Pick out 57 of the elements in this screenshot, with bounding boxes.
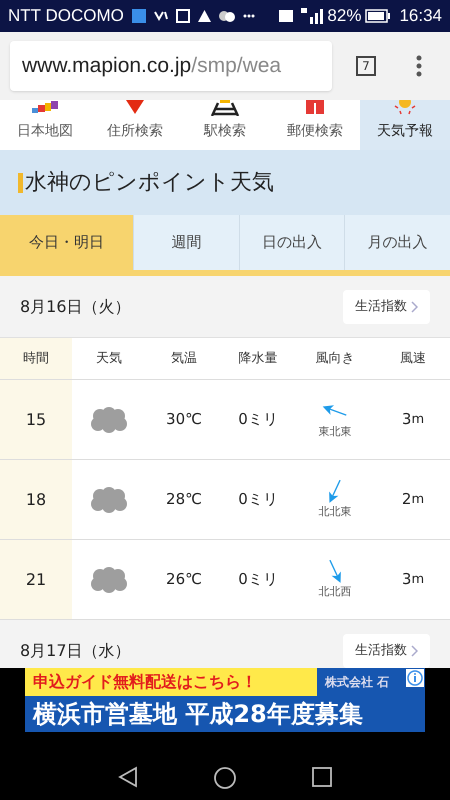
temperature-cell-text: 30℃ [165, 409, 203, 430]
column-header: 時間 [0, 338, 72, 379]
title-accent-bar [18, 172, 23, 192]
wind-speed-cell-text: 3m [400, 569, 426, 590]
home-icon[interactable] [213, 766, 237, 790]
hour-cell: 21 [0, 540, 72, 619]
column-header: 風向き [314, 350, 356, 368]
signal-icon [301, 8, 324, 24]
url-field[interactable]: www.mapion.co.jp/smp/wea [10, 41, 332, 91]
wind-speed-cell-text: 3m [400, 409, 426, 430]
life-index-link[interactable]: 生活指数 [343, 634, 430, 668]
cloud-icon [90, 486, 128, 514]
cloud-icon [90, 406, 128, 434]
sun-icon [392, 100, 418, 116]
postbox-icon [304, 100, 326, 116]
chevron-right-icon [411, 644, 418, 656]
wind-direction: 北北東 [318, 504, 352, 520]
date-heading: 8月16日（火） [20, 296, 131, 318]
column-header: 降水量 [238, 350, 278, 368]
recents-icon[interactable] [311, 766, 333, 788]
forecast-tab[interactable]: 日の出入 [238, 215, 344, 270]
battery-icon [365, 9, 392, 23]
temperature-cell-text: 28℃ [165, 489, 203, 510]
rainfall-cell-text: 0ミリ [237, 409, 279, 430]
info-icon[interactable] [406, 669, 424, 687]
rail-track-icon [210, 100, 240, 116]
ad-headline: 申込ガイド無料配送はこちら！ [25, 668, 317, 696]
battery-percent: 82% [327, 5, 362, 28]
image-icon [176, 9, 190, 23]
rainfall-cell-text: 0ミリ [237, 569, 279, 590]
tab-count-button[interactable]: 7 [356, 56, 376, 76]
more-icon [242, 14, 255, 18]
clock: 16:34 [399, 5, 442, 28]
column-header: 天気 [95, 350, 123, 368]
rainfall-cell-text: 0ミリ [237, 489, 279, 510]
more-menu-icon[interactable] [416, 55, 422, 77]
column-header: 気温 [170, 350, 198, 368]
cloud-icon [218, 10, 235, 22]
wind-speed-cell-text: 2m [400, 489, 426, 510]
back-icon[interactable] [117, 766, 139, 788]
temperature-cell-text: 26℃ [165, 569, 203, 590]
carrier-name: NTT DOCOMO [8, 5, 124, 28]
forecast-tab[interactable]: 週間 [133, 215, 239, 270]
ad-title: 横浜市営墓地 平成28年度募集 [25, 696, 425, 732]
triangle-icon [198, 10, 211, 22]
date-heading: 8月17日（水） [20, 640, 131, 662]
chevron-right-icon [411, 300, 418, 312]
cloud-icon [90, 566, 128, 594]
life-index-link[interactable]: 生活指数 [343, 290, 430, 324]
wind-direction: 北北西 [318, 584, 352, 600]
site-nav-tab[interactable]: 天気予報 [360, 100, 450, 150]
hour-cell: 15 [0, 380, 72, 459]
wind-direction: 東北東 [318, 424, 352, 440]
hour-cell: 18 [0, 460, 72, 539]
forecast-tab[interactable]: 月の出入 [344, 215, 450, 270]
column-header: 風速 [399, 350, 427, 368]
page-title: 水神のピンポイント天気 [25, 169, 274, 197]
